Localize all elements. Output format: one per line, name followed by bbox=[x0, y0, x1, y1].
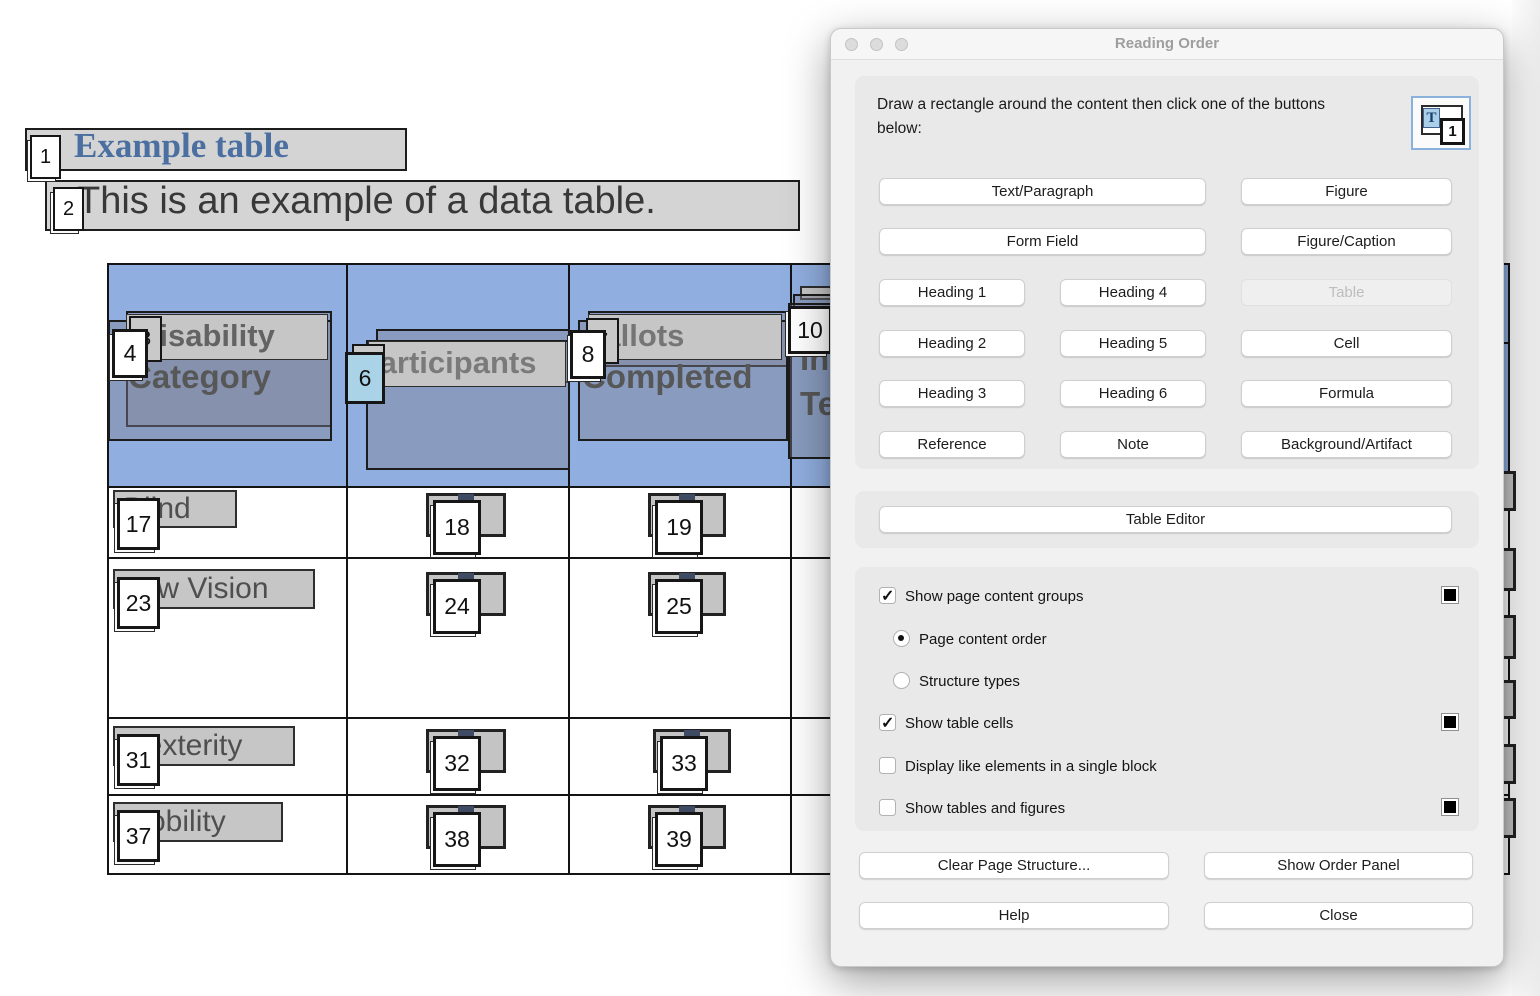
order-tag-10[interactable]: 10 bbox=[788, 306, 832, 354]
order-tag-24[interactable]: 24 bbox=[433, 579, 481, 634]
structure-types-radio[interactable] bbox=[893, 672, 910, 689]
paragraph-highlight[interactable]: This is an example of a data table. bbox=[45, 180, 800, 231]
order-tag-31[interactable]: 31 bbox=[117, 734, 160, 786]
form-field-button[interactable]: Form Field bbox=[879, 228, 1206, 255]
reading-order-tool-icon: T1 bbox=[1411, 96, 1471, 150]
reading-order-dialog: Reading Order Draw a rectangle around th… bbox=[830, 28, 1504, 967]
order-tag-4[interactable]: 4 bbox=[112, 329, 148, 378]
heading1-button[interactable]: Heading 1 bbox=[879, 279, 1025, 306]
page-right-edge bbox=[1512, 0, 1540, 996]
heading5-button[interactable]: Heading 5 bbox=[1060, 330, 1206, 357]
display-like-elements-label: Display like elements in a single block bbox=[905, 758, 1157, 776]
show-page-content-groups-checkbox[interactable] bbox=[879, 587, 896, 604]
header-col2: Participants bbox=[368, 342, 536, 384]
reference-button[interactable]: Reference bbox=[879, 431, 1025, 458]
order-tag-2[interactable]: 2 bbox=[53, 187, 84, 231]
order-tag-25[interactable]: 25 bbox=[655, 579, 703, 634]
text-paragraph-button[interactable]: Text/Paragraph bbox=[879, 178, 1206, 205]
order-tag-8[interactable]: 8 bbox=[570, 330, 606, 379]
order-tag-33[interactable]: 33 bbox=[660, 736, 708, 791]
cell-button[interactable]: Cell bbox=[1241, 330, 1452, 357]
formula-button[interactable]: Formula bbox=[1241, 380, 1452, 407]
order-tag-19[interactable]: 19 bbox=[655, 500, 703, 555]
dialog-titlebar[interactable]: Reading Order bbox=[831, 29, 1503, 60]
figure-button[interactable]: Figure bbox=[1241, 178, 1452, 205]
figure-caption-button[interactable]: Figure/Caption bbox=[1241, 228, 1452, 255]
table-button: Table bbox=[1241, 279, 1452, 306]
heading4-button[interactable]: Heading 4 bbox=[1060, 279, 1206, 306]
note-button[interactable]: Note bbox=[1060, 431, 1206, 458]
help-button[interactable]: Help bbox=[859, 902, 1169, 929]
dialog-instruction: Draw a rectangle around the content then… bbox=[877, 93, 1327, 141]
tables-figures-color-swatch[interactable] bbox=[1441, 798, 1459, 816]
table-editor-button[interactable]: Table Editor bbox=[879, 506, 1452, 533]
order-tag-37[interactable]: 37 bbox=[117, 810, 160, 862]
table-cells-color-swatch[interactable] bbox=[1441, 713, 1459, 731]
show-order-panel-button[interactable]: Show Order Panel bbox=[1204, 852, 1473, 879]
background-artifact-button[interactable]: Background/Artifact bbox=[1241, 431, 1452, 458]
show-tables-and-figures-label: Show tables and figures bbox=[905, 800, 1065, 818]
order-tag-18[interactable]: 18 bbox=[433, 500, 481, 555]
order-tag-32[interactable]: 32 bbox=[433, 736, 481, 791]
show-page-content-groups-label: Show page content groups bbox=[905, 588, 1083, 606]
order-tag-6-selected[interactable]: 6 bbox=[345, 352, 385, 404]
order-tag-1[interactable]: 1 bbox=[30, 135, 61, 179]
display-like-elements-checkbox[interactable] bbox=[879, 757, 896, 774]
page-content-order-radio[interactable] bbox=[893, 630, 910, 647]
display-options-group bbox=[855, 567, 1479, 831]
dialog-title: Reading Order bbox=[831, 29, 1503, 59]
screen: Example table 1 This is an example of a … bbox=[0, 0, 1540, 996]
order-tag-23[interactable]: 23 bbox=[117, 577, 160, 629]
heading-highlight[interactable]: Example table bbox=[25, 128, 407, 171]
close-button[interactable]: Close bbox=[1204, 902, 1473, 929]
doc-paragraph: This is an example of a data table. bbox=[77, 180, 656, 223]
page-content-order-label: Page content order bbox=[919, 631, 1047, 649]
doc-heading: Example table bbox=[74, 128, 289, 166]
order-tag-39[interactable]: 39 bbox=[655, 812, 703, 867]
order-tag-38[interactable]: 38 bbox=[433, 812, 481, 867]
show-table-cells-checkbox[interactable] bbox=[879, 714, 896, 731]
page-content-groups-color-swatch[interactable] bbox=[1441, 586, 1459, 604]
heading6-button[interactable]: Heading 6 bbox=[1060, 380, 1206, 407]
order-tag-17[interactable]: 17 bbox=[117, 498, 160, 550]
show-table-cells-label: Show table cells bbox=[905, 715, 1013, 733]
structure-types-label: Structure types bbox=[919, 673, 1020, 691]
clear-page-structure-button[interactable]: Clear Page Structure... bbox=[859, 852, 1169, 879]
show-tables-and-figures-checkbox[interactable] bbox=[879, 799, 896, 816]
heading3-button[interactable]: Heading 3 bbox=[879, 380, 1025, 407]
header-text-highlight[interactable]: Participants bbox=[368, 341, 566, 387]
header-col1-line2: Category bbox=[128, 356, 271, 398]
heading2-button[interactable]: Heading 2 bbox=[879, 330, 1025, 357]
